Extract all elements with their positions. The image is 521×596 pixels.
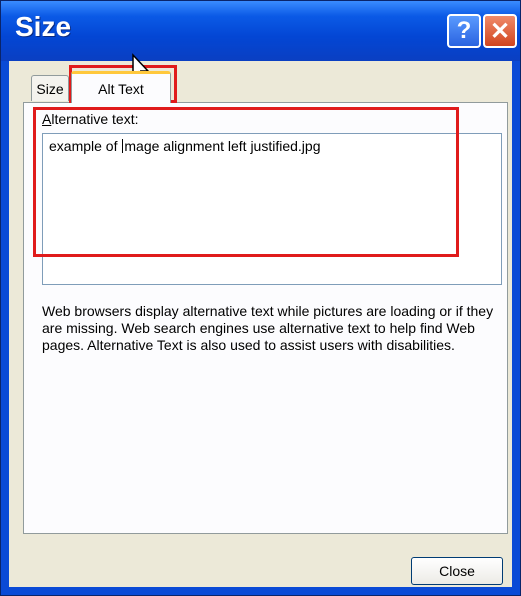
dialog-title: Size — [15, 11, 72, 42]
size-dialog: Size ? ✕ Size Alt Text Alternative text:… — [0, 0, 521, 596]
help-icon[interactable]: ? — [447, 14, 481, 48]
alt-text-field-highlight — [33, 107, 459, 257]
title-bar[interactable]: Size ? ✕ — [1, 1, 520, 61]
tab-size[interactable]: Size — [31, 75, 69, 101]
tab-alt-text[interactable]: Alt Text — [71, 71, 171, 103]
close-button[interactable]: Close — [411, 557, 503, 585]
close-icon[interactable]: ✕ — [483, 14, 517, 48]
alt-text-description: Web browsers display alternative text wh… — [42, 303, 494, 353]
